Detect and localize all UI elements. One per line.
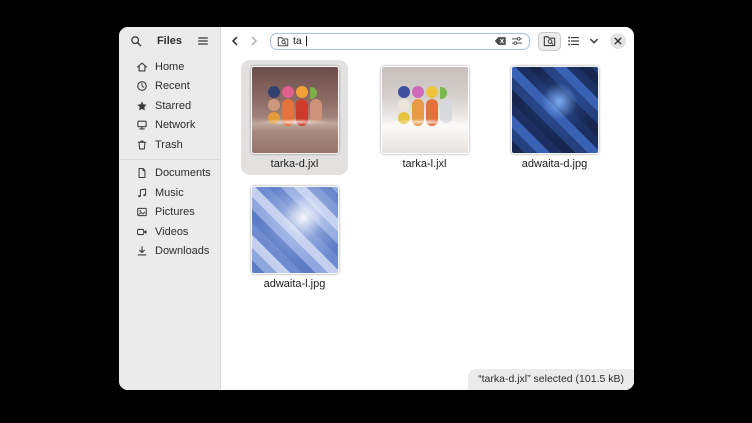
document-icon bbox=[136, 167, 148, 179]
backspace-clear-icon[interactable] bbox=[494, 36, 507, 46]
chevron-down-icon bbox=[589, 36, 599, 46]
list-view-button[interactable] bbox=[564, 32, 582, 50]
home-icon bbox=[136, 61, 148, 73]
star-icon bbox=[136, 100, 148, 112]
music-note-icon bbox=[136, 187, 148, 199]
file-item-tarka-l[interactable]: tarka-l.jxl bbox=[371, 60, 478, 175]
file-name: tarka-d.jxl bbox=[271, 158, 319, 171]
sidebar-item-pictures[interactable]: Pictures bbox=[123, 203, 216, 223]
file-item-adwaita-l[interactable]: adwaita-l.jpg bbox=[241, 180, 348, 295]
search-filters-icon[interactable] bbox=[511, 36, 523, 46]
sidebar-item-label: Network bbox=[155, 119, 195, 131]
chevron-right-icon bbox=[249, 36, 259, 46]
file-grid: tarka-d.jxl tarka-l.jxl bbox=[241, 60, 634, 295]
file-name: adwaita-l.jpg bbox=[264, 278, 326, 291]
sidebar-item-label: Trash bbox=[155, 139, 183, 151]
sidebar-item-label: Pictures bbox=[155, 206, 195, 218]
sidebar-item-network[interactable]: Network bbox=[123, 116, 216, 136]
sidebar-item-videos[interactable]: Videos bbox=[123, 222, 216, 242]
sidebar-item-label: Downloads bbox=[155, 245, 209, 257]
sidebar-item-recent[interactable]: Recent bbox=[123, 77, 216, 97]
desktop-background: Files Home Recent Starred bbox=[0, 0, 752, 423]
video-camera-icon bbox=[136, 226, 148, 238]
search-toggle-button[interactable] bbox=[538, 32, 561, 51]
clock-icon bbox=[136, 80, 148, 92]
headerbar: ta bbox=[221, 27, 634, 55]
picture-icon bbox=[136, 206, 148, 218]
window-close-icon bbox=[614, 37, 622, 45]
list-view-icon bbox=[567, 35, 580, 47]
text-cursor bbox=[306, 36, 307, 46]
sidebar-item-label: Home bbox=[155, 61, 184, 73]
back-button[interactable] bbox=[227, 32, 243, 50]
search-query-text: ta bbox=[293, 36, 302, 47]
network-icon bbox=[136, 119, 148, 131]
sidebar-item-starred[interactable]: Starred bbox=[123, 96, 216, 116]
file-thumbnail bbox=[251, 66, 339, 154]
sidebar-header: Files bbox=[119, 27, 220, 55]
sidebar-item-label: Recent bbox=[155, 80, 190, 92]
folder-search-icon bbox=[543, 35, 556, 47]
sidebar-item-label: Videos bbox=[155, 226, 188, 238]
sidebar-item-label: Music bbox=[155, 187, 184, 199]
sidebar-item-label: Starred bbox=[155, 100, 191, 112]
forward-button[interactable] bbox=[246, 32, 262, 50]
sidebar-item-home[interactable]: Home bbox=[123, 57, 216, 77]
sidebar-item-music[interactable]: Music bbox=[123, 183, 216, 203]
sidebar-item-downloads[interactable]: Downloads bbox=[123, 242, 216, 262]
sidebar-separator bbox=[119, 159, 220, 160]
trash-icon bbox=[136, 139, 148, 151]
file-name: tarka-l.jxl bbox=[402, 158, 446, 171]
sidebar-places: Home Recent Starred Network Trash bbox=[119, 55, 220, 261]
file-item-adwaita-d[interactable]: adwaita-d.jpg bbox=[501, 60, 608, 175]
folder-search-icon bbox=[277, 36, 289, 47]
sidebar-item-trash[interactable]: Trash bbox=[123, 135, 216, 155]
selection-status-badge: “tarka-d.jxl” selected (101.5 kB) bbox=[468, 369, 634, 390]
file-browser-content: tarka-d.jxl tarka-l.jxl bbox=[221, 55, 634, 390]
file-thumbnail bbox=[511, 66, 599, 154]
hamburger-menu-icon[interactable] bbox=[194, 32, 212, 50]
file-item-tarka-d[interactable]: tarka-d.jxl bbox=[241, 60, 348, 175]
sidebar: Files Home Recent Starred bbox=[119, 27, 221, 390]
main-pane: ta bbox=[221, 27, 634, 390]
window-title: Files bbox=[149, 35, 190, 47]
chevron-left-icon bbox=[230, 36, 240, 46]
files-window: Files Home Recent Starred bbox=[119, 27, 634, 390]
search-icon[interactable] bbox=[127, 32, 145, 50]
search-input[interactable]: ta bbox=[270, 33, 530, 50]
view-options-button[interactable] bbox=[585, 32, 603, 50]
file-thumbnail bbox=[251, 186, 339, 274]
file-thumbnail bbox=[381, 66, 469, 154]
sidebar-item-documents[interactable]: Documents bbox=[123, 164, 216, 184]
download-icon bbox=[136, 245, 148, 257]
sidebar-item-label: Documents bbox=[155, 167, 211, 179]
window-close-button[interactable] bbox=[610, 33, 626, 49]
file-name: adwaita-d.jpg bbox=[522, 158, 587, 171]
